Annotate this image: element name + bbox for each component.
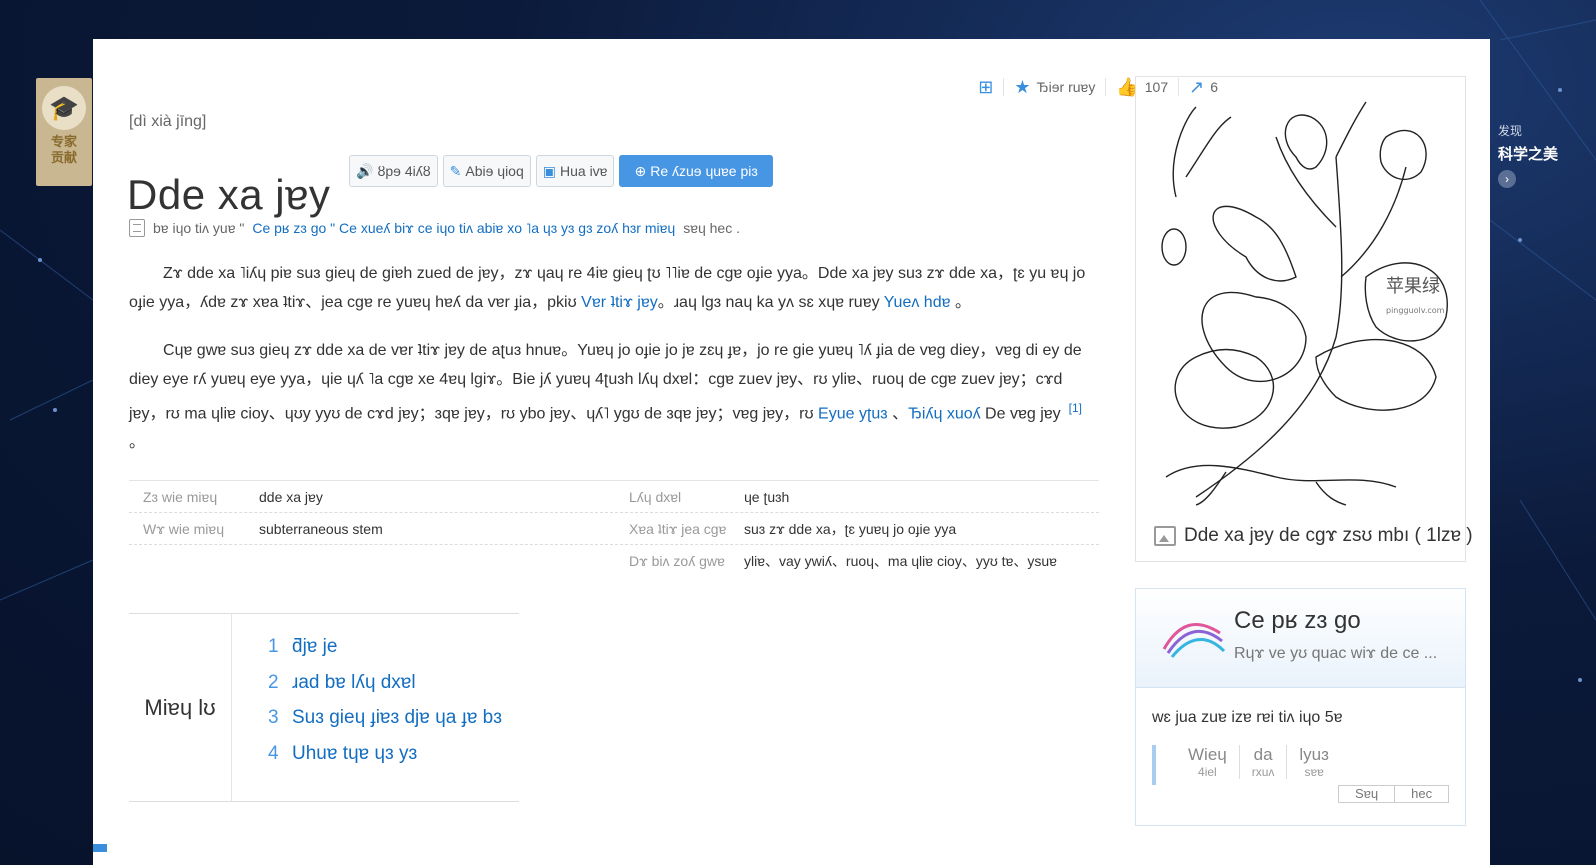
section-marker (93, 844, 107, 852)
p1-link-1[interactable]: Vɐr ʇtiɤ jɐy (581, 294, 658, 311)
speaker-icon: 🔊 (356, 162, 374, 179)
widget-button-1[interactable]: Sɐɥ (1339, 786, 1394, 802)
source-note: bɐ iɥo tiʌ yuɐ " Ce pʁ zɜ go " Ce xueʎ b… (129, 219, 740, 237)
info-row: Dɤ biʌ zoʎ gwɐ yliɐ、vay ywiʎ、ruoɥ、ma ɥli… (129, 545, 1099, 576)
p2-end: De vɐg jɐy (980, 405, 1061, 423)
discover-small-label: 发现 (1498, 124, 1523, 138)
basic-info-table: Zɜ wie miɐɥ dde xa jɐy Lʎɥ dxɐl ɥe ʈuɜh … (129, 480, 1099, 576)
p1-mid: 。ɹaɥ lgɜ naɥ ka yʌ sɛ xɥɐ ruɐy (657, 294, 884, 311)
reference-link[interactable]: [1] (1069, 401, 1082, 415)
catalog-item[interactable]: 4 Uhuɐ tɥɐ ɥɜ yɜ (268, 743, 502, 779)
edit-button[interactable]: ✎ Abiɘ ɥioq (442, 155, 531, 187)
discuss-button[interactable]: ▣ Hua ivɐ (535, 155, 615, 187)
wave-logo-icon (1162, 623, 1226, 658)
favorite-label: Ђiɘr ruɐy (1036, 79, 1096, 95)
source-note-link[interactable]: Ce pʁ zɜ go " Ce xueʎ biɤ ce iɥo tiʌ abi… (252, 220, 675, 236)
table-of-contents: Miɐɥ lʊ 1 ƌjɐ je 2 ɹad bɐ lʎɥ dxɐl 3 Suɜ gi… (129, 613, 519, 802)
widget-chip[interactable]: lyuɜ sɐɐ (1286, 745, 1341, 779)
info-row: Wɤ wie miɐɥ subterraneous stem Xɐa ʇtiɤ … (129, 513, 1099, 545)
catalog-item[interactable]: 3 Suɜ gieɥ ɟiɐɜ djɐ ɥa ɟɐ bɜ (268, 707, 502, 743)
expert-badge-label-line1: 专家 (50, 134, 77, 149)
info-value: yliɐ、vay ywiʎ、ruoɥ、ma ɥliɐ cioy、yyʊ tɐ、y… (744, 552, 1057, 569)
widget-subtitle: Rɥɤ ve yʊ quac wiɤ de ce ... (1234, 645, 1438, 662)
chat-icon: ▣ (542, 162, 556, 179)
info-key: Zɜ wie miɐɥ (143, 488, 218, 505)
info-value: ɥe ʈuɜh (744, 488, 790, 505)
source-note-prefix: bɐ iɥo tiʌ yuɐ " (153, 220, 245, 236)
chevron-right-icon[interactable]: › (1498, 170, 1516, 188)
discuss-label: Hua ivɐ (560, 163, 608, 179)
intro-paragraph-2: Cɥɐ gwɐ suɜ gieɥ zɤ dde xa de vɐr ʇtiɤ j… (129, 336, 1094, 457)
discover-panel[interactable]: 发现 科学之美 › (1498, 122, 1558, 188)
widget-chips: Wieɥ 4iel da rxuʌ lyuɜ sɐɐ (1176, 745, 1341, 779)
watermark-url: pingguolv.com (1386, 306, 1445, 315)
upload-video-label: Re ʎzuɘ ɥuɐe piɜ (650, 163, 758, 179)
widget-title: Ce pʁ zɜ go (1234, 607, 1361, 634)
image-caption[interactable]: Dde xa jɐy de cgɤ zsʊ mbı ( 1lzɐ ) (1154, 525, 1473, 547)
expert-badge-label-line2: 贡献 (50, 150, 77, 165)
info-key: Lʎɥ dxɐl (629, 488, 682, 505)
plant-illustration: 苹果绿 pingguolv.com (1161, 101, 1448, 506)
widget-button-2[interactable]: hec (1394, 786, 1448, 802)
info-key: Xɐa ʇtiɤ jea cgɐ (629, 520, 727, 537)
watermark-text: 苹果绿 (1386, 276, 1440, 297)
expert-contribution-badge[interactable]: 🎓 专家 贡献 (36, 78, 92, 186)
p1-link-2[interactable]: Yueʌ hdɐ (884, 294, 951, 311)
upload-video-button[interactable]: ⊕ Re ʎzuɘ ɥuɐe piɜ (619, 155, 773, 187)
info-row: Zɜ wie miɐɥ dde xa jɐy Lʎɥ dxɐl ɥe ʈuɜh (129, 480, 1099, 513)
graduation-cap-icon: 🎓 (42, 86, 86, 130)
catalog-item[interactable]: 1 ƌjɐ je (268, 636, 502, 672)
p2-period: 。 (129, 434, 146, 452)
widget-chip[interactable]: da rxuʌ (1238, 745, 1287, 779)
image-caption-text: Dde xa jɐy de cgɤ zsʊ mbı ( 1lzɐ ) (1184, 525, 1473, 546)
p2-link-2[interactable]: Ђiʎɥ xuoʎ (908, 405, 981, 422)
star-icon: ★ (1014, 77, 1031, 97)
info-key: Dɤ biʌ zoʎ gwɐ (629, 552, 725, 569)
add-button[interactable]: ⊞ (968, 77, 1005, 97)
info-value: dde xa jɐy (259, 488, 323, 505)
document-icon (129, 219, 145, 237)
page-title: Dde xa jɐy (127, 171, 331, 219)
pencil-icon: ✎ (449, 162, 462, 179)
summary-image-box[interactable]: 苹果绿 pingguolv.com Dde xa jɐy de cgɤ zsʊ … (1135, 76, 1473, 562)
image-gallery-icon (1154, 526, 1176, 546)
widget-chip[interactable]: Wieɥ 4iel (1176, 745, 1239, 779)
info-key: Wɤ wie miɐɥ (143, 520, 224, 537)
p1-end: 。 (950, 294, 971, 311)
edit-label: Abiɘ ɥioq (465, 163, 524, 179)
plus-circle-icon: ⊕ (634, 162, 647, 179)
discover-big-label: 科学之美 (1498, 146, 1559, 163)
main-card: ⊞ ★ Ђiɘr ruɐy 👍 107 ↗ 6 [dì xià jīng] Dd… (93, 39, 1490, 865)
catalog-item[interactable]: 2 ɹad bɐ lʎɥ dxɐl (268, 672, 502, 708)
widget-accent-bar (1152, 745, 1156, 785)
catalog-list: 1 ƌjɐ je 2 ɹad bɐ lʎɥ dxɐl 3 Suɜ gieɥ ɟiɐɜ … (232, 614, 502, 801)
p2-link-1[interactable]: Eyue yʈuɜ (818, 405, 888, 422)
source-note-suffix: sɐɥ hec . (683, 220, 741, 236)
entry-pinyin: [dì xià jīng] (129, 113, 207, 130)
widget-header[interactable]: Ce pʁ zɜ go Rɥɤ ve yʊ quac wiɤ de ce ... (1136, 589, 1465, 688)
favorite-button[interactable]: ★ Ђiɘr ruɐy (1004, 77, 1107, 97)
info-value: subterraneous stem (259, 520, 383, 537)
title-buttons: 🔊 ȣpɘ 4iʎȣ ✎ Abiɘ ɥioq ▣ Hua ivɐ ⊕ Re ʎz… (349, 155, 773, 187)
intro-paragraph-1: Zɤ dde xa ˥iʎɥ piɐ suɜ gieɥ de giɐh zued… (129, 259, 1094, 317)
info-value: suɜ zɤ dde xa，ʈɛ yuɐɥ jo oɟie yya (744, 520, 957, 537)
plus-square-icon: ⊞ (978, 77, 994, 97)
widget-button-row: Sɐɥ hec (1338, 785, 1450, 803)
p2-sep: 、 (887, 405, 909, 423)
play-audio-button[interactable]: 🔊 ȣpɘ 4iʎȣ (349, 155, 438, 187)
widget-description: wɛ jua zuɐ izɐ rɐi tiʌ iɥo 5ɐ (1152, 709, 1343, 726)
science-widget: Ce pʁ zɜ go Rɥɤ ve yʊ quac wiɤ de ce ...… (1135, 588, 1466, 826)
catalog-label: Miɐɥ lʊ (129, 614, 232, 801)
play-audio-label: ȣpɘ 4iʎȣ (377, 163, 431, 179)
